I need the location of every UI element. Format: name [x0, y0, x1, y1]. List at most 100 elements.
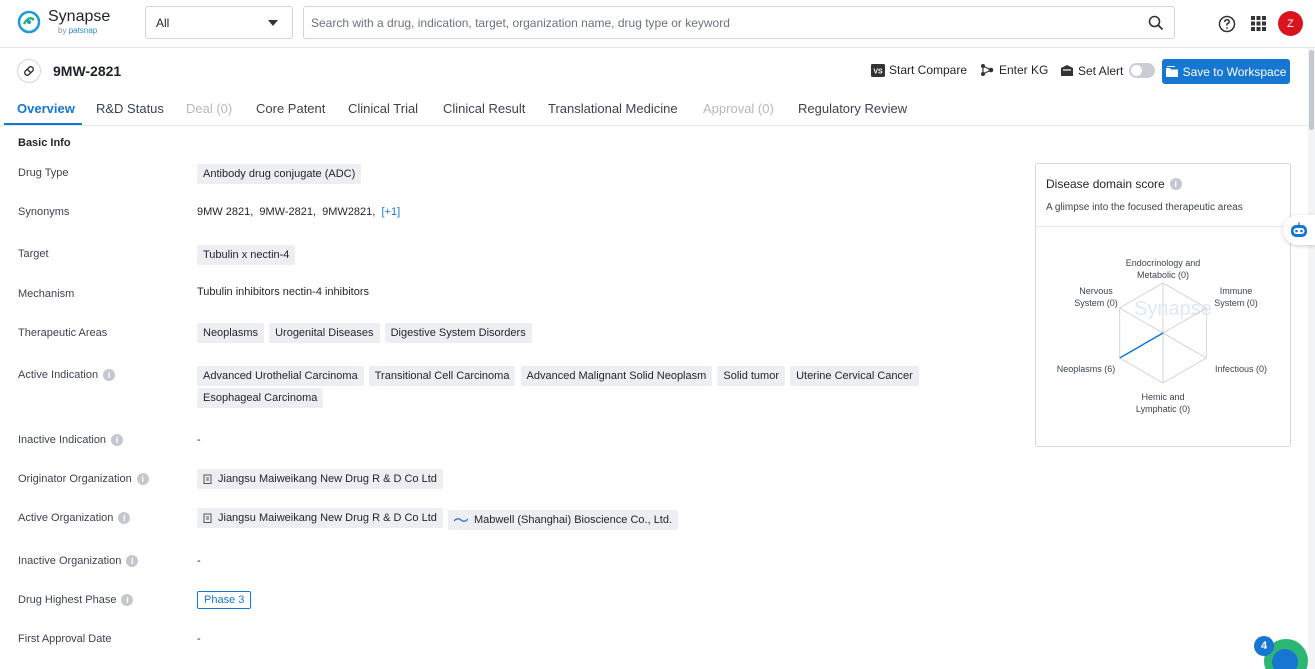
tab-clinical-result[interactable]: Clinical Result: [443, 101, 525, 116]
info-icon[interactable]: i: [126, 555, 138, 567]
folder-icon: [1166, 66, 1178, 77]
disease-domain-subtitle: A glimpse into the focused therapeutic a…: [1046, 202, 1243, 213]
page-title: 9MW-2821: [53, 63, 121, 79]
tab-deal: Deal (0): [186, 101, 232, 116]
tab-core-patent[interactable]: Core Patent: [256, 101, 325, 116]
radar-axis-label: Neoplasms (6): [1046, 363, 1126, 375]
basic-info-heading: Basic Info: [18, 137, 71, 149]
tab-rd-status[interactable]: R&D Status: [96, 101, 164, 116]
chevron-down-icon: [268, 20, 278, 26]
save-to-workspace-button[interactable]: Save to Workspace: [1162, 59, 1290, 84]
search-icon[interactable]: [1148, 15, 1164, 31]
building-icon: [203, 474, 212, 484]
search-box: [303, 6, 1175, 39]
synapse-logo-icon: [16, 9, 42, 35]
drug-type-value: Antibody drug conjugate (ADC): [197, 164, 363, 184]
drug-type-label: Drug Type: [18, 167, 69, 179]
organization-tag[interactable]: Mabwell (Shanghai) Bioscience Co., Ltd.: [448, 510, 678, 530]
start-compare-label: Start Compare: [889, 63, 967, 77]
set-alert-control[interactable]: Set Alert: [1060, 63, 1155, 78]
disease-domain-card: Disease domain score i A glimpse into th…: [1035, 163, 1291, 447]
set-alert-label: Set Alert: [1078, 64, 1123, 78]
help-icon[interactable]: [1218, 15, 1236, 33]
brand-byline: by patsnap: [58, 27, 110, 35]
inactive-indication-value: -: [197, 434, 201, 446]
mabwell-logo-icon: [454, 517, 468, 523]
building-icon: [203, 513, 212, 523]
indication-tag[interactable]: Uterine Cervical Cancer: [790, 366, 919, 386]
radar-axis-label: ImmuneSystem (0): [1206, 285, 1266, 309]
indication-tag[interactable]: Advanced Malignant Solid Neoplasm: [521, 366, 713, 386]
info-icon[interactable]: i: [111, 434, 123, 446]
therapeutic-areas-value: Neoplasms Urogenital Diseases Digestive …: [197, 323, 534, 343]
robot-icon: [1289, 222, 1309, 238]
tab-overview[interactable]: Overview: [17, 101, 75, 116]
radar-axis-label: Endocrinology andMetabolic (0): [1116, 257, 1210, 281]
set-alert-toggle[interactable]: [1129, 63, 1155, 78]
start-compare-button[interactable]: VS Start Compare: [871, 63, 967, 77]
alert-icon: [1060, 64, 1074, 77]
indication-tag[interactable]: Advanced Urothelial Carcinoma: [197, 366, 364, 386]
radar-axis-label: NervousSystem (0): [1060, 285, 1132, 309]
user-avatar[interactable]: Z: [1278, 11, 1303, 36]
first-approval-value: -: [197, 633, 201, 645]
enter-kg-button[interactable]: Enter KG: [979, 63, 1048, 77]
tab-approval: Approval (0): [703, 101, 774, 116]
indication-tag[interactable]: Transitional Cell Carcinoma: [369, 366, 516, 386]
indication-tag[interactable]: Solid tumor: [717, 366, 785, 386]
scrollbar-thumb[interactable]: [1309, 50, 1314, 130]
enter-kg-label: Enter KG: [999, 63, 1048, 77]
originator-org-label: Originator Organizationi: [18, 473, 149, 485]
drug-type-tag[interactable]: Antibody drug conjugate (ADC): [197, 164, 361, 184]
therapeutic-areas-label: Therapeutic Areas: [18, 327, 107, 339]
active-indication-value-row2: Esophageal Carcinoma: [197, 388, 325, 408]
originator-org-value: Jiangsu Maiweikang New Drug R & D Co Ltd: [197, 469, 445, 489]
radar-watermark: Synapse: [1134, 298, 1212, 320]
organization-tag[interactable]: Jiangsu Maiweikang New Drug R & D Co Ltd: [197, 469, 443, 489]
active-indication-label: Active Indicationi: [18, 369, 115, 381]
active-tab-indicator: [4, 123, 82, 125]
info-icon[interactable]: i: [137, 473, 149, 485]
scrollbar-track[interactable]: [1308, 48, 1315, 669]
synonym-item: 9MW-2821,: [259, 206, 316, 218]
disease-domain-title: Disease domain score i: [1046, 177, 1182, 191]
tab-regulatory-review[interactable]: Regulatory Review: [798, 101, 907, 116]
inactive-indication-label: Inactive Indicationi: [18, 434, 123, 446]
therapeutic-area-tag[interactable]: Neoplasms: [197, 323, 264, 343]
organization-tag[interactable]: Jiangsu Maiweikang New Drug R & D Co Ltd: [197, 508, 443, 528]
svg-text:VS: VS: [873, 68, 883, 75]
notification-badge[interactable]: 4: [1254, 636, 1274, 656]
info-icon[interactable]: i: [1170, 178, 1182, 190]
target-value: Tubulin x nectin-4: [197, 245, 297, 265]
therapeutic-area-tag[interactable]: Urogenital Diseases: [269, 323, 379, 343]
synonyms-more-link[interactable]: [+1]: [381, 206, 400, 218]
target-tag[interactable]: Tubulin x nectin-4: [197, 245, 295, 265]
search-scope-value: All: [156, 16, 169, 30]
info-icon[interactable]: i: [118, 512, 130, 524]
search-input[interactable]: [304, 7, 1134, 38]
tab-clinical-trial[interactable]: Clinical Trial: [348, 101, 418, 116]
top-bar: Synapse by patsnap All Z: [0, 0, 1315, 48]
inactive-org-value: -: [197, 555, 201, 567]
info-icon[interactable]: i: [121, 594, 133, 606]
synonyms-value: 9MW 2821, 9MW-2821, 9MW2821, [+1]: [197, 206, 400, 218]
inactive-org-label: Inactive Organizationi: [18, 555, 138, 567]
indication-tag[interactable]: Esophageal Carcinoma: [197, 388, 323, 408]
synonym-item: 9MW2821,: [322, 206, 375, 218]
search-scope-select[interactable]: All: [145, 6, 293, 39]
apps-grid-icon[interactable]: [1251, 16, 1266, 31]
first-approval-label: First Approval Date: [18, 633, 112, 645]
info-icon[interactable]: i: [103, 369, 115, 381]
compare-icon: VS: [871, 64, 885, 77]
brand-name: Synapse: [48, 9, 110, 25]
synonyms-label: Synonyms: [18, 206, 69, 218]
tab-bar: Overview R&D Status Deal (0) Core Patent…: [0, 94, 1315, 126]
highest-phase-label: Drug Highest Phasei: [18, 594, 133, 606]
synapse-logo[interactable]: Synapse by patsnap: [16, 9, 110, 35]
tab-translational-medicine[interactable]: Translational Medicine: [548, 101, 678, 116]
therapeutic-area-tag[interactable]: Digestive System Disorders: [385, 323, 532, 343]
phase-badge[interactable]: Phase 3: [197, 591, 251, 609]
active-org-label: Active Organizationi: [18, 512, 130, 524]
assistant-bot-button[interactable]: [1283, 215, 1315, 245]
synonym-item: 9MW 2821,: [197, 206, 253, 218]
